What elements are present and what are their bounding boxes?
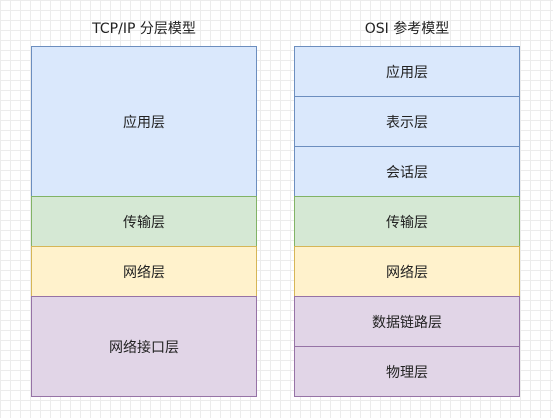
osi-model-title: OSI 参考模型 (364, 21, 450, 37)
tcpip-network-interface-layer: 网络接口层 (31, 296, 257, 397)
osi-data-link-layer: 数据链路层 (294, 296, 520, 347)
osi-network-layer: 网络层 (294, 246, 520, 297)
osi-session-layer-label: 会话层 (386, 164, 428, 181)
tcpip-application-layer: 应用层 (31, 46, 257, 197)
osi-physical-layer: 物理层 (294, 346, 520, 397)
tcpip-network-interface-layer-label: 网络接口层 (109, 339, 179, 356)
osi-transport-layer-label: 传输层 (386, 214, 428, 231)
osi-application-layer: 应用层 (294, 46, 520, 97)
tcpip-application-layer-label: 应用层 (123, 114, 165, 131)
osi-data-link-layer-label: 数据链路层 (372, 314, 442, 331)
osi-presentation-layer-label: 表示层 (386, 114, 428, 131)
osi-session-layer: 会话层 (294, 146, 520, 197)
osi-application-layer-label: 应用层 (386, 64, 428, 81)
tcpip-network-layer: 网络层 (31, 246, 257, 297)
osi-transport-layer: 传输层 (294, 196, 520, 247)
tcpip-model-title: TCP/IP 分层模型 (92, 21, 196, 37)
osi-model-stack: 应用层 表示层 会话层 传输层 网络层 数据链路层 物理层 (294, 46, 520, 397)
osi-network-layer-label: 网络层 (386, 264, 428, 281)
tcpip-transport-layer-label: 传输层 (123, 214, 165, 231)
tcpip-transport-layer: 传输层 (31, 196, 257, 247)
osi-physical-layer-label: 物理层 (386, 364, 428, 381)
tcpip-network-layer-label: 网络层 (123, 264, 165, 281)
osi-presentation-layer: 表示层 (294, 96, 520, 147)
tcpip-model-stack: 应用层 传输层 网络层 网络接口层 (31, 46, 257, 397)
